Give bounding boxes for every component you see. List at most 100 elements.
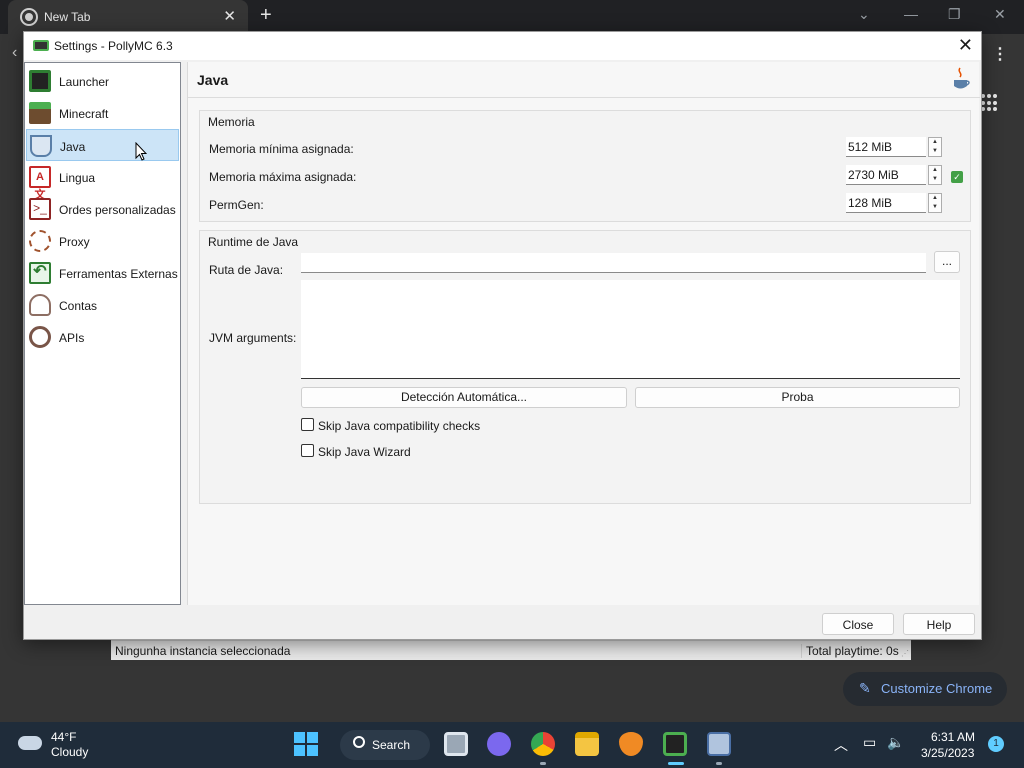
close-button[interactable]: Close bbox=[822, 613, 894, 635]
permgen-stepper[interactable]: ▲ ▼ bbox=[928, 193, 942, 213]
sidebar-item-label: Minecraft bbox=[59, 107, 109, 121]
dialog-close-icon[interactable]: ✕ bbox=[958, 35, 973, 56]
pollymc-taskbar-icon[interactable] bbox=[663, 732, 687, 756]
cloud-icon bbox=[18, 736, 42, 750]
browse-java-button[interactable]: ... bbox=[934, 251, 960, 273]
sidebar-item-label: Ordes personalizadas bbox=[59, 203, 176, 217]
skip-wizard-checkbox[interactable] bbox=[301, 444, 314, 457]
close-tab-icon[interactable]: ✕ bbox=[223, 7, 236, 25]
clock-date[interactable]: 3/25/2023 bbox=[921, 746, 974, 760]
chrome-menu-icon[interactable]: ⋮ bbox=[992, 44, 1008, 64]
max-memory-label: Memoria máxima asignada: bbox=[209, 170, 357, 184]
tab-search-chevron-icon[interactable]: ⌄ bbox=[858, 6, 870, 23]
sidebar-item-label: Contas bbox=[59, 299, 98, 313]
skip-compat-checkbox[interactable] bbox=[301, 418, 314, 431]
network-icon[interactable]: ▭ bbox=[863, 734, 876, 751]
mouse-cursor-icon bbox=[135, 142, 147, 161]
windows-taskbar: 44°F Cloudy Search ︿ ▭ 🔈 6:31 AM 3/25/20… bbox=[0, 722, 1024, 768]
page-title: Java bbox=[197, 72, 229, 88]
sidebar-item-lingua[interactable]: A文 Lingua bbox=[26, 161, 179, 201]
sidebar-item-java[interactable]: Java bbox=[26, 129, 179, 161]
sidebar-item-label: Proxy bbox=[59, 235, 90, 249]
sidebar-item-proxy[interactable]: Proxy bbox=[26, 225, 179, 257]
min-memory-value[interactable]: 512 MiB bbox=[846, 137, 926, 157]
pollymc-app-icon bbox=[33, 40, 49, 51]
search-label: Search bbox=[372, 738, 411, 752]
skip-wizard-label[interactable]: Skip Java Wizard bbox=[318, 445, 411, 459]
sidebar-item-minecraft[interactable]: Minecraft bbox=[26, 97, 179, 129]
sidebar-item-label: Java bbox=[60, 140, 86, 154]
volume-icon[interactable]: 🔈 bbox=[887, 734, 904, 751]
setup-running-indicator bbox=[716, 762, 722, 765]
instance-status-text: Ningunha instancia seleccionada bbox=[115, 644, 291, 658]
terminal-icon: >_ bbox=[29, 198, 51, 220]
weather-condition: Cloudy bbox=[51, 745, 89, 759]
file-explorer-icon[interactable] bbox=[575, 732, 599, 756]
launcher-icon bbox=[29, 70, 51, 92]
permgen-label: PermGen: bbox=[209, 198, 264, 212]
resize-grip-icon[interactable]: ⋰ bbox=[901, 649, 909, 658]
windows-start-icon[interactable] bbox=[294, 732, 318, 756]
setup-app-icon[interactable] bbox=[707, 732, 731, 756]
help-button[interactable]: Help bbox=[903, 613, 975, 635]
search-icon bbox=[353, 736, 365, 748]
window-close-icon[interactable]: ✕ bbox=[994, 6, 1006, 23]
java-path-input[interactable] bbox=[301, 253, 926, 273]
language-icon: A文 bbox=[29, 166, 51, 201]
auto-detect-button[interactable]: Detección Automática... bbox=[301, 387, 627, 408]
min-memory-spinbox[interactable]: 512 MiB ▲ ▼ bbox=[846, 137, 942, 157]
show-hidden-icons-chevron-icon[interactable]: ︿ bbox=[834, 735, 848, 755]
test-java-button[interactable]: Proba bbox=[635, 387, 960, 408]
permgen-spinbox[interactable]: 128 MiB ▲ ▼ bbox=[846, 193, 942, 213]
sidebar-item-apis[interactable]: APIs bbox=[26, 321, 179, 353]
main-window-status-bar: Ningunha instancia seleccionada Total pl… bbox=[111, 640, 911, 660]
sidebar-item-ferramentas-externas[interactable]: ↶ Ferramentas Externas bbox=[26, 257, 179, 289]
sidebar-item-label: APIs bbox=[59, 331, 85, 345]
settings-sidebar: Launcher Minecraft Java A文 Lingua >_ Ord… bbox=[24, 62, 181, 605]
chrome-taskbar-icon[interactable] bbox=[531, 732, 555, 756]
google-apps-icon[interactable] bbox=[981, 94, 999, 112]
java-settings-page: Java Memoria Memoria mínima asignada: 51… bbox=[187, 62, 980, 605]
sidebar-item-launcher[interactable]: Launcher bbox=[26, 65, 179, 97]
clock-time[interactable]: 6:31 AM bbox=[931, 730, 975, 744]
api-icon bbox=[29, 326, 51, 348]
java-runtime-group: Runtime de Java Ruta de Java: ... JVM ar… bbox=[199, 230, 971, 504]
proxy-icon bbox=[29, 230, 51, 252]
weather-temperature: 44°F bbox=[51, 730, 77, 744]
chrome-tab-new-tab[interactable]: New Tab ✕ bbox=[8, 0, 248, 34]
task-view-icon[interactable] bbox=[444, 732, 468, 756]
java-path-label: Ruta de Java: bbox=[209, 263, 284, 277]
sidebar-item-label: Launcher bbox=[59, 75, 110, 89]
sidebar-item-label: Ferramentas Externas bbox=[59, 267, 178, 281]
grass-block-icon bbox=[29, 102, 51, 124]
chrome-tab-strip: New Tab ✕ + ⌄ — ❐ ✕ bbox=[0, 0, 1024, 34]
dialog-title: Settings - PollyMC 6.3 bbox=[54, 39, 173, 53]
external-tools-icon: ↶ bbox=[29, 262, 51, 284]
taskbar-search-button[interactable]: Search bbox=[340, 730, 430, 760]
chrome-tab-title: New Tab bbox=[44, 10, 91, 24]
sidebar-item-contas[interactable]: Contas bbox=[26, 289, 179, 321]
restore-icon[interactable]: ❐ bbox=[948, 6, 961, 23]
skip-compat-label[interactable]: Skip Java compatibility checks bbox=[318, 419, 480, 433]
teams-chat-icon[interactable] bbox=[487, 732, 511, 756]
page-header: Java bbox=[188, 62, 980, 98]
total-playtime-text: Total playtime: 0s bbox=[801, 644, 899, 658]
brave-browser-icon[interactable] bbox=[619, 732, 643, 756]
max-memory-stepper[interactable]: ▲ ▼ bbox=[928, 165, 942, 185]
chrome-favicon-icon bbox=[22, 10, 36, 24]
back-arrow-icon[interactable]: ‹ bbox=[12, 44, 17, 62]
jvm-arguments-label: JVM arguments: bbox=[209, 331, 297, 345]
chrome-running-indicator bbox=[540, 762, 546, 765]
min-memory-stepper[interactable]: ▲ ▼ bbox=[928, 137, 942, 157]
jvm-arguments-textarea[interactable] bbox=[301, 280, 960, 379]
notification-badge[interactable]: 1 bbox=[988, 736, 1004, 752]
accounts-icon bbox=[29, 294, 51, 316]
max-memory-value[interactable]: 2730 MiB bbox=[846, 165, 926, 185]
customize-chrome-button[interactable]: ✎ Customize Chrome bbox=[843, 672, 1007, 706]
max-memory-spinbox[interactable]: 2730 MiB ▲ ▼ bbox=[846, 165, 942, 185]
pollymc-active-indicator bbox=[668, 762, 684, 765]
new-tab-plus-icon[interactable]: + bbox=[260, 4, 272, 27]
permgen-value[interactable]: 128 MiB bbox=[846, 193, 926, 213]
minimize-icon[interactable]: — bbox=[904, 6, 918, 22]
sidebar-item-ordes-personalizadas[interactable]: >_ Ordes personalizadas bbox=[26, 193, 179, 225]
